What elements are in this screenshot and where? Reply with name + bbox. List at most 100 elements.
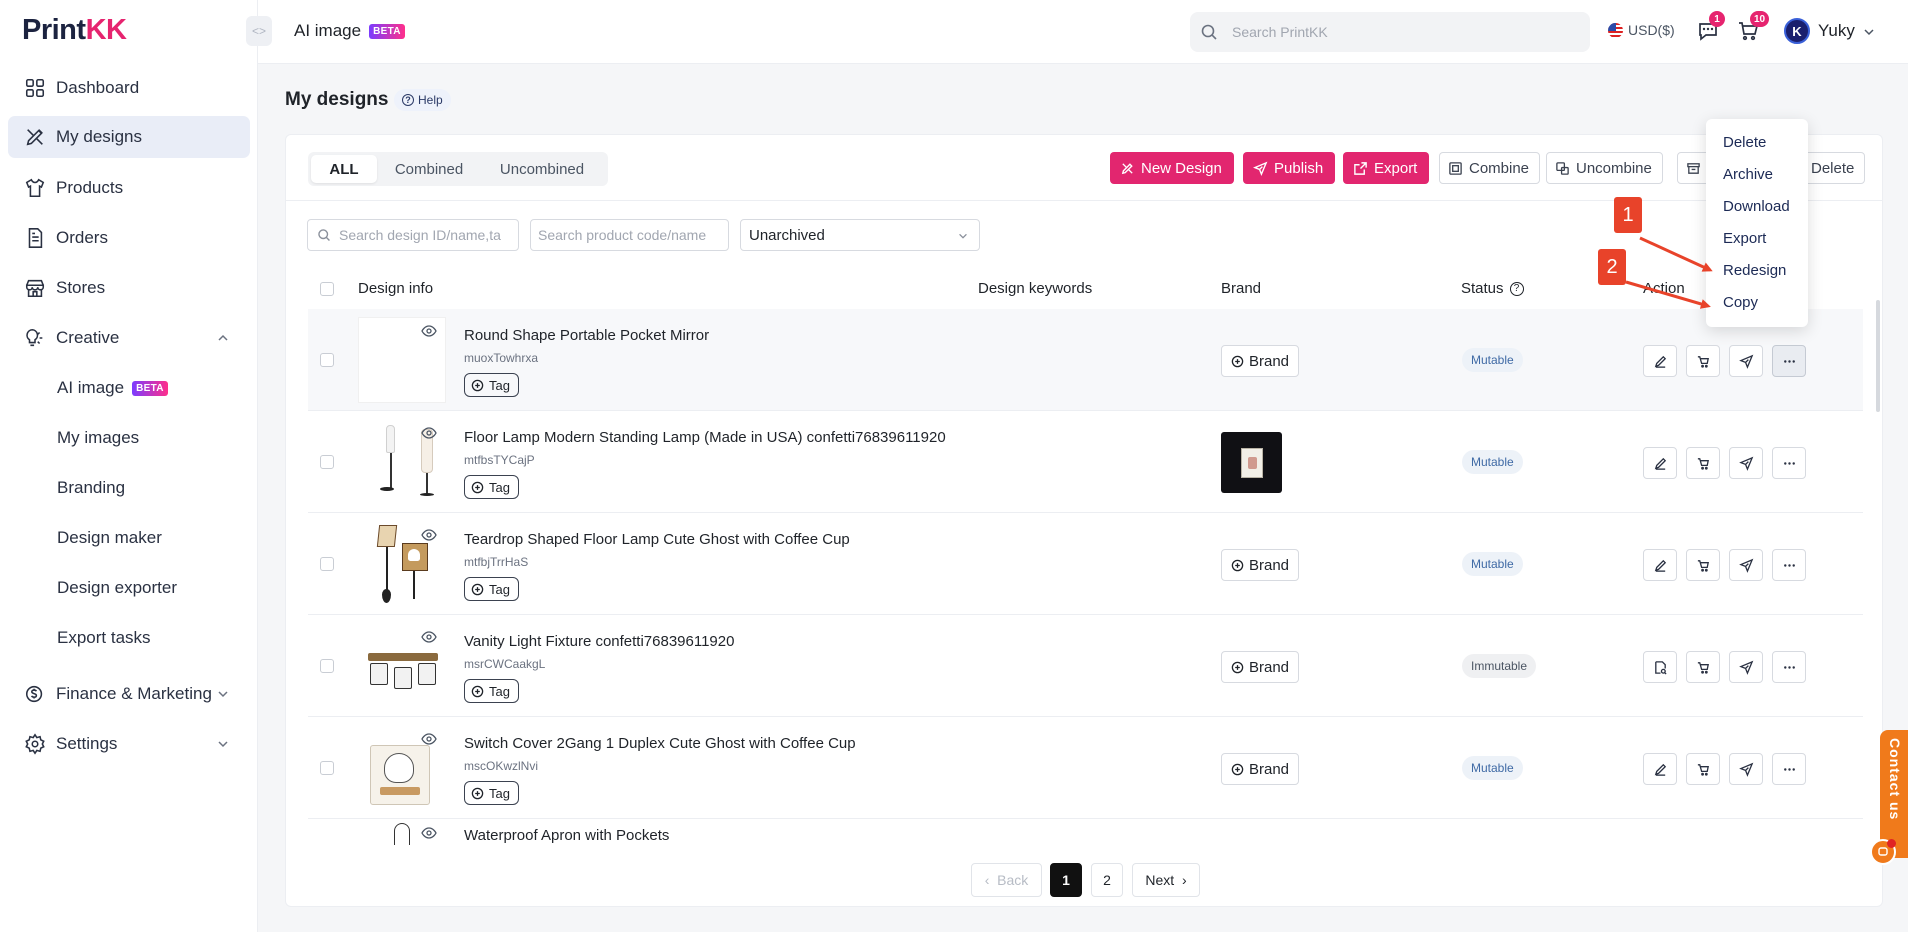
publish-row-button[interactable] [1729, 345, 1763, 377]
edit-button[interactable] [1643, 345, 1677, 377]
info-icon[interactable]: ? [1509, 281, 1524, 296]
add-tag-button[interactable]: Tag [464, 781, 519, 805]
add-brand-button[interactable]: Brand [1221, 651, 1300, 683]
publish-row-button[interactable] [1729, 447, 1763, 479]
pagination-page-2[interactable]: 2 [1091, 863, 1123, 897]
new-design-button[interactable]: New Design [1110, 152, 1234, 184]
uncombine-button[interactable]: Uncombine [1546, 152, 1663, 184]
sidebar-item-design-exporter[interactable]: Design exporter [8, 568, 250, 608]
more-actions-button[interactable] [1772, 651, 1806, 683]
global-search[interactable] [1190, 12, 1590, 52]
currency-selector[interactable]: USD($) [1608, 22, 1675, 38]
select-all-checkbox[interactable] [320, 282, 334, 296]
design-thumbnail[interactable] [394, 823, 410, 845]
eye-icon[interactable] [421, 425, 437, 441]
add-brand-button[interactable]: Brand [1221, 753, 1300, 785]
design-name[interactable]: Teardrop Shaped Floor Lamp Cute Ghost wi… [464, 531, 850, 548]
eye-icon[interactable] [421, 323, 437, 339]
sidebar-item-label: Branding [57, 478, 126, 497]
sidebar-item-finance-marketing[interactable]: Finance & Marketing [8, 673, 250, 715]
sidebar-item-dashboard[interactable]: Dashboard [8, 67, 250, 109]
tab-uncombined[interactable]: Uncombined [481, 155, 603, 183]
add-brand-button[interactable]: Brand [1221, 549, 1300, 581]
row-checkbox[interactable] [320, 353, 334, 367]
more-actions-button[interactable] [1772, 447, 1806, 479]
design-search-input[interactable] [339, 227, 518, 243]
publish-button[interactable]: Publish [1243, 152, 1336, 184]
brand-image[interactable] [1221, 432, 1282, 493]
avatar[interactable]: K [1784, 18, 1810, 44]
publish-row-button[interactable] [1729, 651, 1763, 683]
design-name[interactable]: Floor Lamp Modern Standing Lamp (Made in… [464, 429, 946, 446]
add-to-cart-button[interactable] [1686, 651, 1720, 683]
row-checkbox[interactable] [320, 659, 334, 673]
tab-combined[interactable]: Combined [377, 155, 481, 183]
add-to-cart-button[interactable] [1686, 549, 1720, 581]
publish-row-button[interactable] [1729, 753, 1763, 785]
add-tag-button[interactable]: Tag [464, 679, 519, 703]
product-search-input[interactable] [538, 227, 728, 243]
chat-bubble-icon[interactable] [1870, 839, 1896, 865]
pagination-next-button[interactable]: Next › [1132, 863, 1200, 897]
row-checkbox[interactable] [320, 455, 334, 469]
add-tag-button[interactable]: Tag [464, 373, 519, 397]
add-to-cart-button[interactable] [1686, 753, 1720, 785]
sidebar-item-creative[interactable]: Creative [8, 317, 250, 359]
delete-button[interactable]: Delete [1802, 152, 1866, 184]
edit-button[interactable] [1643, 447, 1677, 479]
menu-item-export[interactable]: Export [1723, 230, 1766, 247]
export-button[interactable]: Export [1343, 152, 1430, 184]
eye-icon[interactable] [421, 629, 437, 645]
sidebar-item-my-designs[interactable]: My designs [8, 116, 250, 158]
menu-item-archive[interactable]: Archive [1723, 166, 1773, 183]
add-tag-button[interactable]: Tag [464, 475, 519, 499]
user-name[interactable]: Yuky [1818, 21, 1855, 41]
sidebar-item-products[interactable]: Products [8, 167, 250, 209]
design-name[interactable]: Vanity Light Fixture confetti76839611920 [464, 633, 734, 650]
publish-row-button[interactable] [1729, 549, 1763, 581]
sidebar-item-ai-image[interactable]: AI image BETA [8, 368, 250, 408]
menu-item-redesign[interactable]: Redesign [1723, 262, 1786, 279]
design-name[interactable]: Waterproof Apron with Pockets [464, 827, 669, 844]
combine-button[interactable]: Combine [1439, 152, 1541, 184]
add-tag-button[interactable]: Tag [464, 577, 519, 601]
help-link[interactable]: ? Help [394, 89, 451, 111]
archive-status-select[interactable]: Unarchived [740, 219, 980, 251]
more-actions-button[interactable] [1772, 753, 1806, 785]
product-search-field[interactable] [530, 219, 729, 251]
eye-icon[interactable] [421, 731, 437, 747]
menu-item-delete[interactable]: Delete [1723, 134, 1766, 151]
sidebar-item-orders[interactable]: Orders [8, 217, 250, 259]
eye-icon[interactable] [421, 825, 437, 841]
design-name[interactable]: Switch Cover 2Gang 1 Duplex Cute Ghost w… [464, 735, 856, 752]
sidebar-item-branding[interactable]: Branding [8, 468, 250, 508]
tab-all[interactable]: ALL [311, 155, 377, 183]
menu-item-download[interactable]: Download [1723, 198, 1790, 215]
design-name[interactable]: Round Shape Portable Pocket Mirror [464, 327, 709, 344]
row-checkbox[interactable] [320, 557, 334, 571]
view-details-button[interactable] [1643, 651, 1677, 683]
eye-icon[interactable] [421, 527, 437, 543]
more-actions-button[interactable] [1772, 549, 1806, 581]
logo[interactable]: PrintKK [22, 14, 127, 47]
scrollbar[interactable] [1876, 300, 1880, 412]
menu-item-copy[interactable]: Copy [1723, 294, 1758, 311]
add-to-cart-button[interactable] [1686, 447, 1720, 479]
sidebar-item-my-images[interactable]: My images [8, 418, 250, 458]
edit-button[interactable] [1643, 753, 1677, 785]
design-search-field[interactable] [307, 219, 519, 251]
pagination-page-1[interactable]: 1 [1050, 863, 1082, 897]
more-actions-button[interactable] [1772, 345, 1806, 377]
pagination-back-button[interactable]: ‹ Back [971, 863, 1042, 897]
global-search-input[interactable] [1232, 24, 1552, 40]
sidebar-item-settings[interactable]: Settings [8, 723, 250, 765]
row-checkbox[interactable] [320, 761, 334, 775]
sidebar-item-design-maker[interactable]: Design maker [8, 518, 250, 558]
edit-button[interactable] [1643, 549, 1677, 581]
sidebar-item-stores[interactable]: Stores [8, 267, 250, 309]
sidebar-collapse-button[interactable]: <> [246, 16, 272, 46]
add-to-cart-button[interactable] [1686, 345, 1720, 377]
sidebar-item-export-tasks[interactable]: Export tasks [8, 618, 250, 658]
chevron-down-icon[interactable] [1862, 25, 1876, 39]
add-brand-button[interactable]: Brand [1221, 345, 1300, 377]
